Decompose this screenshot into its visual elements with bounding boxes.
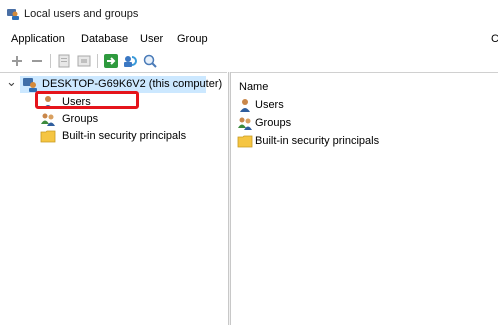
chevron-down-icon[interactable]: ⌄ <box>6 74 17 90</box>
list-item-users[interactable]: Users <box>237 97 387 114</box>
menu-bar: Application Database User Group C <box>0 30 498 50</box>
folder-icon <box>40 130 56 143</box>
list-item-label: Groups <box>255 117 292 129</box>
add-icon[interactable] <box>9 53 25 69</box>
tree-item-builtin[interactable]: Built-in security principals <box>38 128 198 145</box>
tree-item-label: Groups <box>62 113 99 125</box>
list-item-label: Users <box>255 99 284 111</box>
toolbar-separator <box>50 54 51 68</box>
tree-item-label: DESKTOP-G69K6V2 (this computer) <box>42 78 223 90</box>
menu-application[interactable]: Application <box>11 33 65 45</box>
menu-partial-text: C <box>491 33 498 45</box>
list-item-groups[interactable]: Groups <box>237 115 387 132</box>
remove-icon[interactable] <box>29 53 45 69</box>
groups-icon <box>41 113 55 126</box>
user-icon <box>240 99 250 112</box>
menu-user[interactable]: User <box>140 33 163 45</box>
annotation-highlight <box>35 91 139 109</box>
menu-database[interactable]: Database <box>81 33 128 45</box>
toolbar-separator <box>97 54 98 68</box>
tree-item-groups[interactable]: Groups <box>38 111 138 128</box>
properties-icon[interactable] <box>56 53 72 69</box>
list-item-label: Built-in security principals <box>255 135 380 147</box>
column-header-name[interactable]: Name <box>239 81 268 93</box>
edit-icon[interactable] <box>76 53 92 69</box>
tree-pane[interactable]: ⌄ DESKTOP-G69K6V2 (this computer) Users … <box>0 72 227 326</box>
users-app-icon <box>7 9 19 20</box>
tree-item-label: Built-in security principals <box>62 130 187 142</box>
groups-icon <box>238 117 252 130</box>
list-item-builtin[interactable]: Built-in security principals <box>237 133 437 150</box>
title-bar: Local users and groups <box>0 0 498 30</box>
toolbar <box>0 50 498 72</box>
list-pane[interactable]: Name Users Groups Built-in security prin… <box>231 72 498 326</box>
folder-icon <box>237 135 253 148</box>
window-title: Local users and groups <box>24 8 139 20</box>
search-icon[interactable] <box>142 53 158 69</box>
refresh-icon[interactable] <box>122 53 138 69</box>
menu-group[interactable]: Group <box>177 33 208 45</box>
export-icon[interactable] <box>103 53 119 69</box>
